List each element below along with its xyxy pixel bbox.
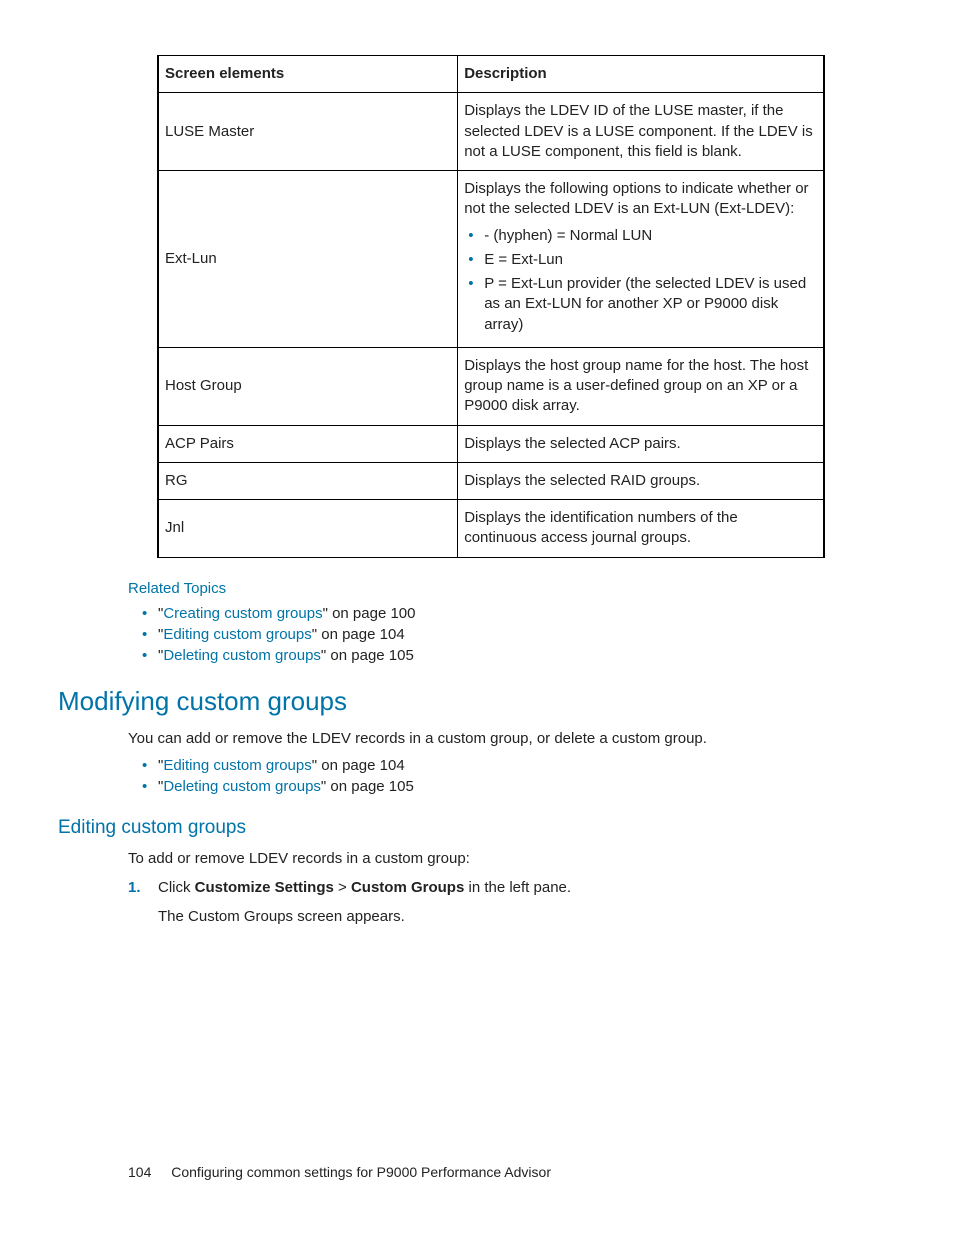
cell-element: Host Group: [158, 347, 458, 425]
cell-description: Displays the identification numbers of t…: [458, 500, 824, 558]
cell-element: LUSE Master: [158, 93, 458, 171]
link-creating-custom-groups[interactable]: Creating custom groups: [163, 605, 322, 622]
ui-label: Custom Groups: [351, 879, 464, 896]
list-item: - (hyphen) = Normal LUN: [464, 226, 813, 246]
page-footer: 104 Configuring common settings for P900…: [128, 1164, 551, 1180]
cell-description: Displays the selected ACP pairs.: [458, 425, 824, 462]
list-item: E = Ext-Lun: [464, 250, 813, 270]
table-header-description: Description: [458, 56, 824, 93]
step-item: 1. Click Customize Settings > Custom Gro…: [128, 877, 826, 927]
list-item: "Deleting custom groups" on page 105: [128, 647, 826, 664]
cell-description: Displays the LDEV ID of the LUSE master,…: [458, 93, 824, 171]
list-item: "Editing custom groups" on page 104: [128, 757, 826, 774]
link-editing-custom-groups[interactable]: Editing custom groups: [163, 757, 311, 774]
list-item: P = Ext-Lun provider (the selected LDEV …: [464, 274, 813, 335]
screen-elements-table: Screen elements Description LUSE Master …: [157, 55, 825, 558]
desc-bullets: - (hyphen) = Normal LUN E = Ext-Lun P = …: [464, 226, 813, 335]
cell-description: Displays the selected RAID groups.: [458, 462, 824, 499]
link-deleting-custom-groups[interactable]: Deleting custom groups: [163, 647, 321, 664]
cell-element: RG: [158, 462, 458, 499]
list-item: "Creating custom groups" on page 100: [128, 605, 826, 622]
ui-label: Customize Settings: [195, 879, 334, 896]
list-item: "Deleting custom groups" on page 105: [128, 778, 826, 795]
cell-element: Ext-Lun: [158, 171, 458, 348]
page-number: 104: [128, 1164, 151, 1180]
step-number: 1.: [128, 877, 141, 898]
table-row: Ext-Lun Displays the following options t…: [158, 171, 824, 348]
cell-description: Displays the following options to indica…: [458, 171, 824, 348]
link-editing-custom-groups[interactable]: Editing custom groups: [163, 626, 311, 643]
list-item: "Editing custom groups" on page 104: [128, 626, 826, 643]
table-row: Jnl Displays the identification numbers …: [158, 500, 824, 558]
paragraph: You can add or remove the LDEV records i…: [128, 729, 826, 749]
steps-list: 1. Click Customize Settings > Custom Gro…: [128, 877, 826, 927]
link-deleting-custom-groups[interactable]: Deleting custom groups: [163, 778, 321, 795]
table-row: RG Displays the selected RAID groups.: [158, 462, 824, 499]
related-topics-list: "Creating custom groups" on page 100 "Ed…: [128, 605, 826, 664]
step-result: The Custom Groups screen appears.: [158, 906, 826, 927]
cell-element: Jnl: [158, 500, 458, 558]
cell-element: ACP Pairs: [158, 425, 458, 462]
desc-intro: Displays the following options to indica…: [464, 179, 813, 220]
table-row: ACP Pairs Displays the selected ACP pair…: [158, 425, 824, 462]
table-row: Host Group Displays the host group name …: [158, 347, 824, 425]
heading-modifying-custom-groups: Modifying custom groups: [58, 686, 826, 717]
footer-title: Configuring common settings for P9000 Pe…: [171, 1164, 551, 1180]
heading-editing-custom-groups: Editing custom groups: [58, 817, 826, 839]
related-topics-heading: Related Topics: [128, 580, 826, 597]
paragraph: To add or remove LDEV records in a custo…: [128, 849, 826, 869]
table-header-element: Screen elements: [158, 56, 458, 93]
cell-description: Displays the host group name for the hos…: [458, 347, 824, 425]
section-links-list: "Editing custom groups" on page 104 "Del…: [128, 757, 826, 795]
table-row: LUSE Master Displays the LDEV ID of the …: [158, 93, 824, 171]
